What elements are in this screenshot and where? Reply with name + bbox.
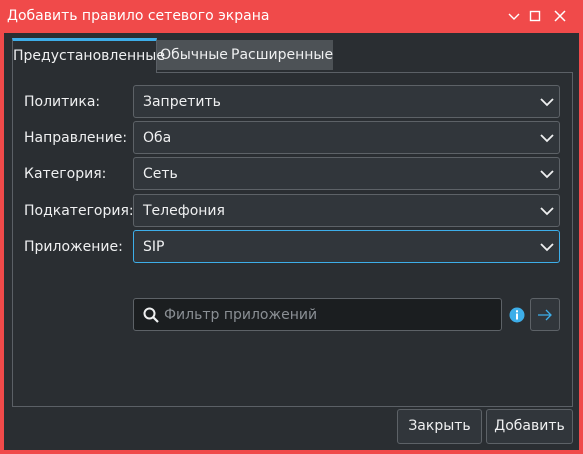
application-select[interactable]: SIP bbox=[133, 230, 560, 263]
close-icon[interactable] bbox=[550, 6, 570, 26]
title-bar[interactable]: Добавить правило сетевого экрана bbox=[0, 0, 583, 33]
search-icon bbox=[143, 307, 159, 323]
application-filter-field[interactable] bbox=[133, 298, 502, 331]
subcategory-label: Подкатегория: bbox=[24, 203, 134, 219]
minimize-icon[interactable] bbox=[504, 6, 524, 26]
chevron-down-icon bbox=[540, 207, 554, 216]
policy-value: Запретить bbox=[143, 94, 221, 110]
chevron-down-icon bbox=[540, 98, 554, 107]
window-title: Добавить правило сетевого экрана bbox=[7, 8, 270, 24]
apply-filter-button[interactable] bbox=[530, 298, 560, 331]
direction-value: Оба bbox=[143, 130, 172, 146]
tab-simple[interactable]: Обычные bbox=[157, 40, 231, 70]
category-value: Сеть bbox=[143, 166, 178, 182]
close-button[interactable]: Закрыть bbox=[397, 409, 482, 444]
chevron-down-icon bbox=[540, 134, 554, 143]
firewall-rule-dialog: Добавить правило сетевого экрана Предуст… bbox=[0, 0, 583, 454]
dialog-body: Предустановленные Обычные Расширенные По… bbox=[4, 33, 579, 450]
category-label: Категория: bbox=[24, 166, 107, 182]
arrow-right-icon bbox=[538, 309, 552, 321]
policy-label: Политика: bbox=[24, 94, 101, 110]
chevron-down-icon bbox=[540, 170, 554, 179]
subcategory-value: Телефония bbox=[143, 203, 225, 219]
application-label: Приложение: bbox=[24, 239, 123, 255]
tab-panel-predefined: Политика: Запретить Направление: Оба Кат… bbox=[12, 72, 573, 407]
maximize-icon[interactable] bbox=[525, 6, 545, 26]
application-filter-input[interactable] bbox=[164, 304, 494, 326]
info-icon[interactable] bbox=[509, 307, 525, 323]
chevron-down-icon bbox=[540, 243, 554, 252]
policy-select[interactable]: Запретить bbox=[133, 85, 560, 118]
direction-label: Направление: bbox=[24, 130, 128, 146]
add-button[interactable]: Добавить bbox=[486, 409, 573, 444]
direction-select[interactable]: Оба bbox=[133, 121, 560, 154]
application-value: SIP bbox=[143, 239, 165, 255]
tab-predefined[interactable]: Предустановленные bbox=[12, 38, 165, 73]
category-select[interactable]: Сеть bbox=[133, 157, 560, 190]
tab-advanced[interactable]: Расширенные bbox=[231, 40, 333, 70]
subcategory-select[interactable]: Телефония bbox=[133, 194, 560, 227]
